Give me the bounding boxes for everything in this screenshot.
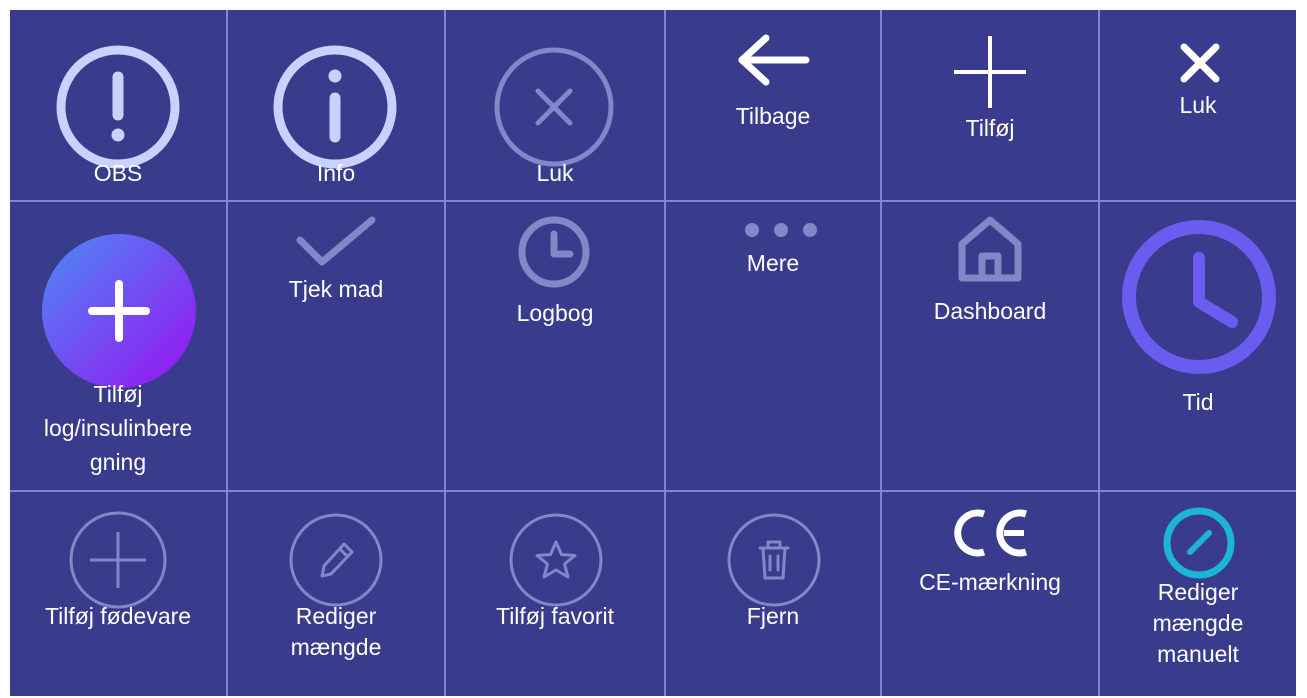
cell-label: Luk (536, 160, 574, 186)
cell-add: Tilføj (882, 10, 1100, 202)
cell-label-line-3: manuelt (1157, 641, 1239, 667)
cell-label: Tilføj (965, 115, 1015, 141)
cell-label-line-2: mængde (290, 634, 382, 660)
alert-circle-icon (56, 45, 180, 169)
ce-mark-icon (954, 509, 1028, 557)
trash-circle-icon (727, 513, 821, 607)
cell-remove: Fjern (666, 492, 882, 696)
info-circle-icon (273, 45, 397, 169)
close-circle-icon (494, 47, 614, 167)
cell-obs: OBS (10, 10, 228, 202)
cell-add-favorite: Tilføj favorit (446, 492, 666, 696)
cell-close: Luk (1100, 10, 1296, 202)
cell-label-line-1: Tilføj (93, 381, 143, 407)
cell-back: Tilbage (666, 10, 882, 202)
cell-label: Tilføj fødevare (44, 603, 192, 629)
cell-label: Mere (746, 250, 800, 276)
cell-check-food: Tjek mad (228, 202, 446, 492)
check-icon (296, 216, 376, 266)
edit-circle-icon (289, 513, 383, 607)
home-icon (958, 216, 1022, 282)
time-clock-icon (1122, 220, 1276, 374)
cell-label: Dashboard (933, 298, 1047, 324)
cell-logbook: Logbog (446, 202, 666, 492)
cell-label: Tilbage (735, 103, 811, 129)
cell-label-line-1: Rediger (295, 603, 377, 629)
cell-label: OBS (93, 160, 143, 186)
cell-label-line-3: gning (89, 449, 147, 475)
cell-label: Tid (1182, 389, 1214, 415)
cell-time: Tid (1100, 202, 1296, 492)
star-circle-icon (509, 513, 603, 607)
cell-label: Info (316, 160, 356, 186)
cell-close-circle: Luk (446, 10, 666, 202)
cell-label: Fjern (746, 603, 800, 629)
edit-manual-icon (1163, 507, 1235, 579)
cell-info: Info (228, 10, 446, 202)
cell-label: Tilføj favorit (496, 603, 614, 629)
add-log-gradient-icon (42, 234, 196, 388)
cell-edit-amount: Rediger mængde (228, 492, 446, 696)
clock-icon (518, 216, 590, 288)
cell-label: Logbog (516, 300, 594, 326)
more-dots-icon (745, 223, 817, 237)
cell-edit-manual: Rediger mængde manuelt (1100, 492, 1296, 696)
plus-icon (954, 36, 1026, 108)
cell-label: Luk (1179, 92, 1217, 118)
close-icon (1180, 43, 1220, 83)
icon-grid: OBS Info Luk Tilbage Tilføj Luk Tilføj l… (10, 10, 1296, 696)
cell-ce-mark: CE-mærkning (882, 492, 1100, 696)
add-circle-outline-icon (69, 511, 167, 609)
cell-label-line-2: mængde (1152, 610, 1244, 636)
cell-add-food: Tilføj fødevare (10, 492, 228, 696)
cell-label: Tjek mad (288, 276, 384, 302)
cell-label-line-1: Rediger (1157, 579, 1239, 605)
cell-dashboard: Dashboard (882, 202, 1100, 492)
cell-label-line-2: log/insulinbere (43, 415, 193, 441)
cell-label: CE-mærkning (919, 569, 1061, 595)
arrow-left-icon (738, 34, 810, 86)
cell-more: Mere (666, 202, 882, 492)
cell-add-log: Tilføj log/insulinbere gning (10, 202, 228, 492)
